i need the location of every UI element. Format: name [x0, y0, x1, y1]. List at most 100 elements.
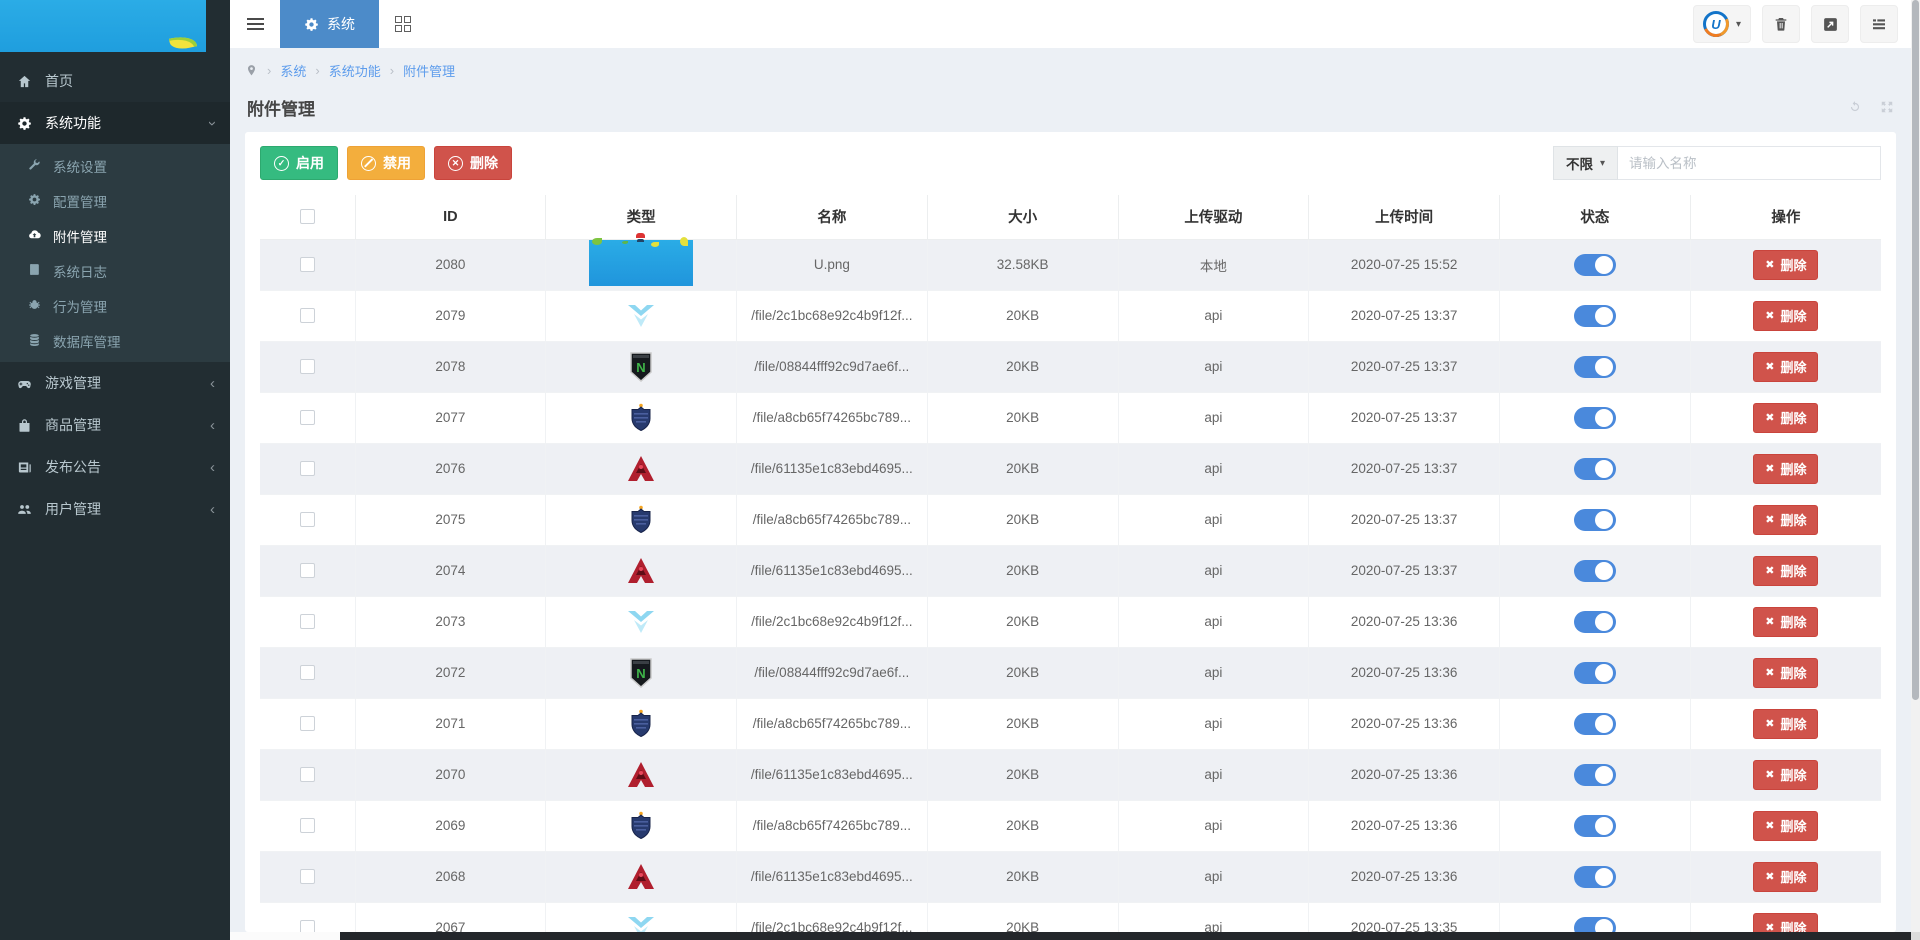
caret-down-icon: ▾	[1736, 19, 1741, 30]
row-checkbox[interactable]	[300, 512, 315, 527]
sidebar-item-config-management[interactable]: 配置管理	[0, 183, 230, 218]
sidebar-item-home[interactable]: 首页	[0, 60, 230, 102]
cell-size: 20KB	[927, 494, 1118, 545]
x-icon: ✖	[1765, 411, 1774, 424]
user-menu-button[interactable]: U ▾	[1693, 5, 1751, 43]
chevron-left-icon: ‹	[210, 459, 215, 476]
control-sidebar-button[interactable]	[1860, 5, 1898, 43]
apps-grid-button[interactable]	[395, 16, 411, 32]
status-toggle[interactable]	[1574, 560, 1616, 582]
table-row: 2076/file/61135e1c83ebd4695...20KBapi202…	[260, 443, 1881, 494]
cell-status	[1500, 851, 1691, 902]
row-delete-button[interactable]: ✖删除	[1753, 250, 1818, 280]
status-toggle[interactable]	[1574, 305, 1616, 327]
status-toggle[interactable]	[1574, 713, 1616, 735]
refresh-icon[interactable]	[1848, 100, 1862, 114]
row-checkbox[interactable]	[300, 461, 315, 476]
row-delete-button[interactable]: ✖删除	[1753, 811, 1818, 841]
sidebar-item-announcements[interactable]: 发布公告 ‹	[0, 446, 230, 488]
breadcrumb-link-system[interactable]: 系统	[280, 61, 306, 80]
row-delete-button[interactable]: ✖删除	[1753, 301, 1818, 331]
row-checkbox[interactable]	[300, 614, 315, 629]
cell-id: 2068	[355, 851, 546, 902]
page-title: 附件管理	[247, 95, 315, 120]
sidebar-item-user-management[interactable]: 用户管理 ‹	[0, 488, 230, 530]
vertical-scrollbar[interactable]	[1911, 0, 1920, 932]
row-checkbox[interactable]	[300, 767, 315, 782]
row-checkbox[interactable]	[300, 920, 315, 932]
cell-actions: ✖删除	[1690, 698, 1881, 749]
select-all-checkbox[interactable]	[300, 209, 315, 224]
cell-status	[1500, 239, 1691, 290]
status-toggle[interactable]	[1574, 764, 1616, 786]
row-checkbox[interactable]	[300, 308, 315, 323]
horizontal-scrollbar-thumb[interactable]	[340, 932, 1911, 940]
disable-button[interactable]: 禁用	[347, 146, 425, 180]
row-delete-button[interactable]: ✖删除	[1753, 454, 1818, 484]
status-toggle[interactable]	[1574, 509, 1616, 531]
row-checkbox[interactable]	[300, 359, 315, 374]
row-select-cell	[260, 851, 355, 902]
cell-name: /file/2c1bc68e92c4b9f12f...	[737, 290, 928, 341]
app-logo[interactable]	[0, 0, 230, 52]
scrollbar-corner	[1911, 932, 1920, 940]
row-checkbox[interactable]	[300, 257, 315, 272]
horizontal-scrollbar[interactable]	[230, 932, 1911, 940]
row-checkbox[interactable]	[300, 869, 315, 884]
sidebar-item-database-management[interactable]: 数据库管理	[0, 323, 230, 358]
search-input[interactable]	[1618, 146, 1881, 180]
row-checkbox[interactable]	[300, 818, 315, 833]
row-delete-button[interactable]: ✖删除	[1753, 862, 1818, 892]
breadcrumb-link-system-functions[interactable]: 系统功能	[329, 61, 381, 80]
sidebar-toggle-button[interactable]	[230, 0, 280, 48]
row-delete-button[interactable]: ✖删除	[1753, 403, 1818, 433]
row-checkbox[interactable]	[300, 410, 315, 425]
sidebar-item-label: 行为管理	[53, 296, 107, 316]
status-toggle[interactable]	[1574, 407, 1616, 429]
trash-button[interactable]	[1762, 5, 1800, 43]
cell-time: 2020-07-25 15:52	[1309, 239, 1500, 290]
status-toggle[interactable]	[1574, 917, 1616, 933]
status-toggle[interactable]	[1574, 611, 1616, 633]
row-select-cell	[260, 545, 355, 596]
cell-time: 2020-07-25 13:36	[1309, 749, 1500, 800]
status-toggle[interactable]	[1574, 662, 1616, 684]
table-row: 2067/file/2c1bc68e92c4b9f12f...20KBapi20…	[260, 902, 1881, 932]
row-delete-button[interactable]: ✖删除	[1753, 913, 1818, 933]
cell-size: 20KB	[927, 698, 1118, 749]
sidebar-item-attachment-management[interactable]: 附件管理	[0, 218, 230, 253]
sidebar-item-system-log[interactable]: 系统日志	[0, 253, 230, 288]
delete-button[interactable]: ✕ 删除	[434, 146, 512, 180]
sidebar-item-product-management[interactable]: 商品管理 ‹	[0, 404, 230, 446]
sidebar-item-game-management[interactable]: 游戏管理 ‹	[0, 362, 230, 404]
open-external-button[interactable]	[1811, 5, 1849, 43]
row-delete-button[interactable]: ✖删除	[1753, 607, 1818, 637]
status-toggle[interactable]	[1574, 254, 1616, 276]
cell-size: 32.58KB	[927, 239, 1118, 290]
tab-system[interactable]: 系统	[280, 0, 379, 48]
status-toggle[interactable]	[1574, 815, 1616, 837]
status-toggle[interactable]	[1574, 458, 1616, 480]
cell-driver: api	[1118, 494, 1309, 545]
filter-dropdown[interactable]: 不限 ▾	[1553, 146, 1618, 180]
cell-id: 2079	[355, 290, 546, 341]
row-checkbox[interactable]	[300, 716, 315, 731]
enable-button[interactable]: ✓ 启用	[260, 146, 338, 180]
breadcrumb-link-attachment-management[interactable]: 附件管理	[403, 61, 455, 80]
sidebar-item-behavior-management[interactable]: 行为管理	[0, 288, 230, 323]
row-delete-button[interactable]: ✖删除	[1753, 658, 1818, 688]
sidebar-item-system-settings[interactable]: 系统设置	[0, 148, 230, 183]
row-checkbox[interactable]	[300, 563, 315, 578]
row-delete-button[interactable]: ✖删除	[1753, 556, 1818, 586]
row-delete-button[interactable]: ✖删除	[1753, 505, 1818, 535]
status-toggle[interactable]	[1574, 866, 1616, 888]
row-checkbox[interactable]	[300, 665, 315, 680]
sidebar-item-system-functions[interactable]: 系统功能 ›	[0, 102, 230, 144]
fullscreen-icon[interactable]	[1880, 100, 1894, 114]
row-delete-button[interactable]: ✖删除	[1753, 760, 1818, 790]
row-delete-button[interactable]: ✖删除	[1753, 352, 1818, 382]
status-toggle[interactable]	[1574, 356, 1616, 378]
row-delete-button[interactable]: ✖删除	[1753, 709, 1818, 739]
image-thumbnail[interactable]	[589, 240, 693, 286]
vertical-scrollbar-thumb[interactable]	[1912, 0, 1919, 700]
